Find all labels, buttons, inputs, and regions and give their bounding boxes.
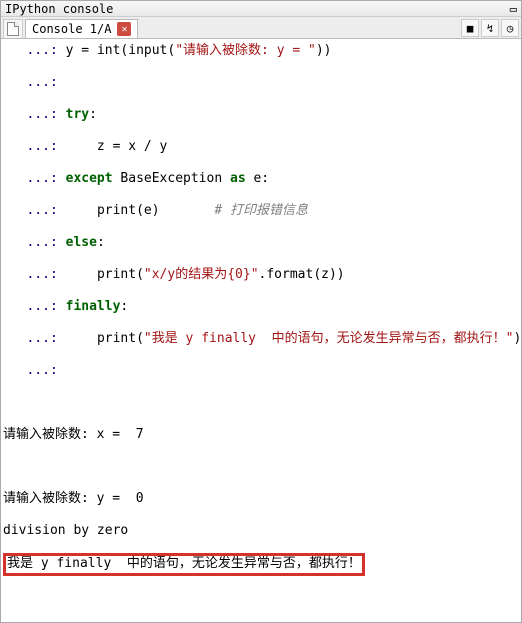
close-icon[interactable]: ✕ xyxy=(117,22,131,36)
titlebar: IPython console ▭ xyxy=(1,1,521,17)
ipython-console-window: IPython console ▭ Console 1/A ✕ ■ ↯ ◷ ..… xyxy=(0,0,522,623)
history-button[interactable]: ◷ xyxy=(501,19,519,37)
output-line: 请输入被除数: y = 0 xyxy=(3,491,519,507)
highlighted-output: 我是 y finally 中的语句，无论发生异常与否，都执行！ xyxy=(3,553,365,576)
connection-button[interactable]: ↯ xyxy=(481,19,499,37)
dock-icon[interactable]: ▭ xyxy=(510,2,517,16)
page-icon xyxy=(7,22,19,36)
output-line: 请输入被除数: x = 7 xyxy=(3,427,519,443)
output-line: division by zero xyxy=(3,523,519,539)
window-title: IPython console xyxy=(5,2,113,16)
tab-label: Console 1/A xyxy=(32,22,111,36)
console-output[interactable]: ...: y = int(input("请输入被除数: y = ")) ...:… xyxy=(1,39,521,622)
console-toolbar: ■ ↯ ◷ xyxy=(461,19,519,37)
stop-button[interactable]: ■ xyxy=(461,19,479,37)
new-tab-button[interactable] xyxy=(3,19,23,38)
tabbar: Console 1/A ✕ ■ ↯ ◷ xyxy=(1,17,521,39)
tab-console-1a[interactable]: Console 1/A ✕ xyxy=(25,19,138,38)
